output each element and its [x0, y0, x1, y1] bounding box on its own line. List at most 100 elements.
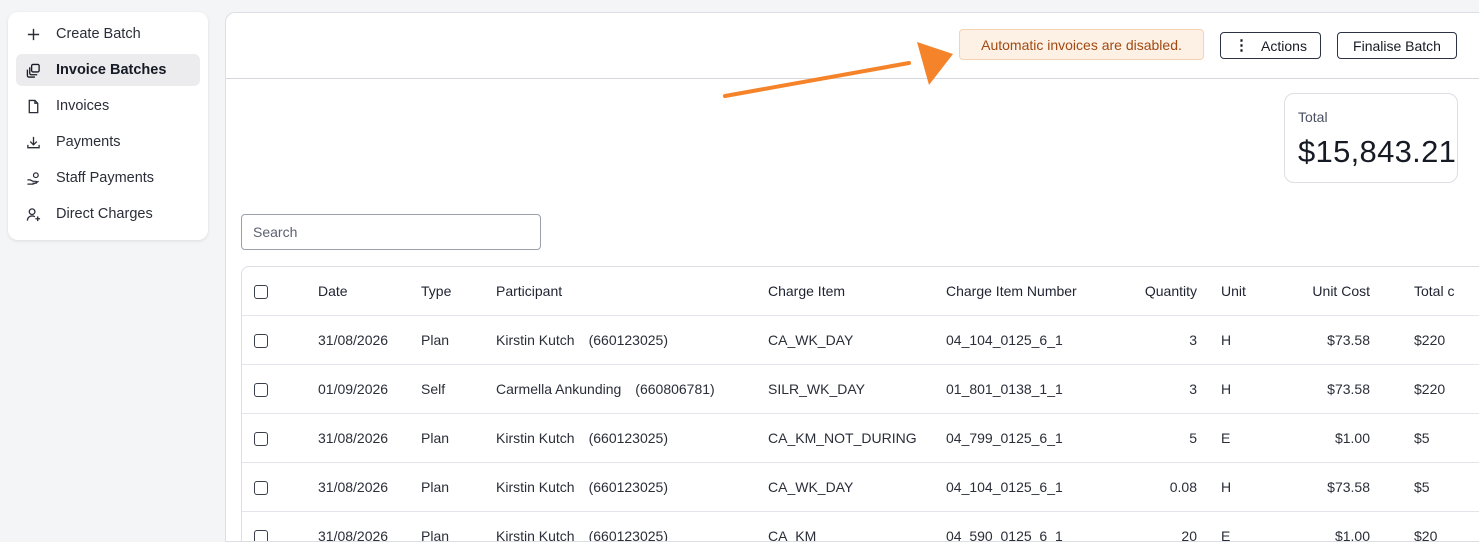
cell-participant: Kirstin Kutch (660123025): [496, 512, 768, 542]
participant-name: Kirstin Kutch: [496, 332, 575, 348]
column-header-date[interactable]: Date: [318, 267, 421, 316]
sidebar: Create Batch Invoice Batches Invoices Pa…: [8, 12, 208, 240]
cell-total-cost: $220: [1370, 365, 1479, 414]
select-all-checkbox[interactable]: [254, 285, 268, 299]
row-checkbox[interactable]: [254, 530, 268, 542]
sidebar-item-label: Invoices: [56, 98, 109, 114]
actions-label: Actions: [1261, 38, 1307, 54]
column-header-quantity[interactable]: Quantity: [1124, 267, 1197, 316]
total-value: $15,843.21: [1298, 134, 1456, 170]
cell-unit-cost: $1.00: [1267, 414, 1370, 463]
cell-charge-item-number: 04_104_0125_6_1: [946, 463, 1124, 512]
cell-total-cost: $5: [1370, 463, 1479, 512]
cell-unit: E: [1197, 414, 1267, 463]
sidebar-item-label: Create Batch: [56, 26, 141, 42]
table-row[interactable]: 31/08/2026 Plan Kirstin Kutch (660123025)…: [242, 512, 1479, 542]
user-plus-icon: [25, 206, 41, 222]
sidebar-item-label: Invoice Batches: [56, 62, 166, 78]
cell-charge-item-number: 04_799_0125_6_1: [946, 414, 1124, 463]
cell-type: Plan: [421, 463, 496, 512]
cell-unit: H: [1197, 365, 1267, 414]
sidebar-item-label: Payments: [56, 134, 120, 150]
table-row[interactable]: 31/08/2026 Plan Kirstin Kutch (660123025)…: [242, 414, 1479, 463]
annotation-arrow-icon: [719, 39, 959, 105]
participant-id: (660123025): [589, 332, 668, 348]
hand-coins-icon: [25, 170, 41, 186]
actions-button[interactable]: ⋮ Actions: [1220, 32, 1321, 59]
cell-unit-cost: $1.00: [1267, 512, 1370, 542]
cell-quantity: 3: [1124, 365, 1197, 414]
participant-name: Kirstin Kutch: [496, 528, 575, 542]
cell-charge-item-number: 04_104_0125_6_1: [946, 316, 1124, 365]
cell-participant: Carmella Ankunding(660806781): [496, 365, 768, 414]
cell-type: Plan: [421, 512, 496, 542]
cell-unit: H: [1197, 463, 1267, 512]
sidebar-item-invoice-batches[interactable]: Invoice Batches: [16, 54, 200, 86]
cell-charge-item: CA_WK_DAY: [768, 316, 946, 365]
finalise-batch-button[interactable]: Finalise Batch: [1337, 32, 1457, 59]
search-input[interactable]: [241, 214, 541, 250]
cell-total-cost: $5: [1370, 414, 1479, 463]
cell-quantity: 20: [1124, 512, 1197, 542]
sidebar-item-direct-charges[interactable]: Direct Charges: [16, 198, 200, 230]
cell-participant: Kirstin Kutch (660123025): [496, 463, 768, 512]
cell-date: 31/08/2026: [318, 463, 421, 512]
participant-id: (660123025): [589, 528, 668, 542]
cell-charge-item: CA_KM_NOT_DURING: [768, 414, 946, 463]
batches-icon: [25, 62, 41, 78]
row-checkbox[interactable]: [254, 383, 268, 397]
column-header-participant[interactable]: Participant: [496, 267, 768, 316]
participant-id: (660806781): [635, 381, 714, 397]
cell-type: Self: [421, 365, 496, 414]
column-header-charge-item-number[interactable]: Charge Item Number: [946, 267, 1124, 316]
row-checkbox[interactable]: [254, 481, 268, 495]
cell-total-cost: $220: [1370, 316, 1479, 365]
cell-quantity: 0.08: [1124, 463, 1197, 512]
column-header-total-cost[interactable]: Total c: [1370, 267, 1479, 316]
cell-unit-cost: $73.58: [1267, 365, 1370, 414]
row-checkbox[interactable]: [254, 334, 268, 348]
charges-table: Date Type Participant Charge Item Charge…: [241, 266, 1479, 542]
table-row[interactable]: 31/08/2026 Plan Kirstin Kutch (660123025)…: [242, 463, 1479, 512]
total-card: Total $15,843.21: [1284, 93, 1458, 183]
participant-name: Kirstin Kutch: [496, 479, 575, 495]
participant-id: (660123025): [589, 430, 668, 446]
cell-charge-item-number: 04_590_0125_6_1: [946, 512, 1124, 542]
column-header-unit-cost[interactable]: Unit Cost: [1267, 267, 1370, 316]
row-checkbox[interactable]: [254, 432, 268, 446]
cell-date: 01/09/2026: [318, 365, 421, 414]
cell-charge-item: CA_KM: [768, 512, 946, 542]
sidebar-item-invoices[interactable]: Invoices: [16, 90, 200, 122]
table-row[interactable]: 31/08/2026 Plan Kirstin Kutch (660123025)…: [242, 316, 1479, 365]
column-header-charge-item[interactable]: Charge Item: [768, 267, 946, 316]
participant-name: Kirstin Kutch: [496, 430, 575, 446]
participant-id: (660123025): [589, 479, 668, 495]
download-icon: [25, 134, 41, 150]
document-icon: [25, 98, 41, 114]
sidebar-item-staff-payments[interactable]: Staff Payments: [16, 162, 200, 194]
cell-charge-item: SILR_WK_DAY: [768, 365, 946, 414]
cell-type: Plan: [421, 316, 496, 365]
cell-quantity: 5: [1124, 414, 1197, 463]
cell-unit: E: [1197, 512, 1267, 542]
more-vertical-icon: ⋮: [1234, 38, 1249, 53]
cell-date: 31/08/2026: [318, 414, 421, 463]
column-header-unit[interactable]: Unit: [1197, 267, 1267, 316]
cell-date: 31/08/2026: [318, 512, 421, 542]
cell-type: Plan: [421, 414, 496, 463]
plus-icon: [25, 26, 41, 42]
table-row[interactable]: 01/09/2026 Self Carmella Ankunding(66080…: [242, 365, 1479, 414]
cell-date: 31/08/2026: [318, 316, 421, 365]
automatic-invoices-alert: Automatic invoices are disabled.: [959, 29, 1204, 60]
sidebar-item-label: Staff Payments: [56, 170, 154, 186]
cell-unit: H: [1197, 316, 1267, 365]
column-header-type[interactable]: Type: [421, 267, 496, 316]
sidebar-item-create-batch[interactable]: Create Batch: [16, 18, 200, 50]
cell-charge-item-number: 01_801_0138_1_1: [946, 365, 1124, 414]
main-panel: Automatic invoices are disabled. ⋮ Actio…: [225, 12, 1479, 542]
sidebar-item-payments[interactable]: Payments: [16, 126, 200, 158]
table-header-row: Date Type Participant Charge Item Charge…: [242, 267, 1479, 316]
total-label: Total: [1298, 109, 1328, 125]
cell-unit-cost: $73.58: [1267, 463, 1370, 512]
cell-quantity: 3: [1124, 316, 1197, 365]
